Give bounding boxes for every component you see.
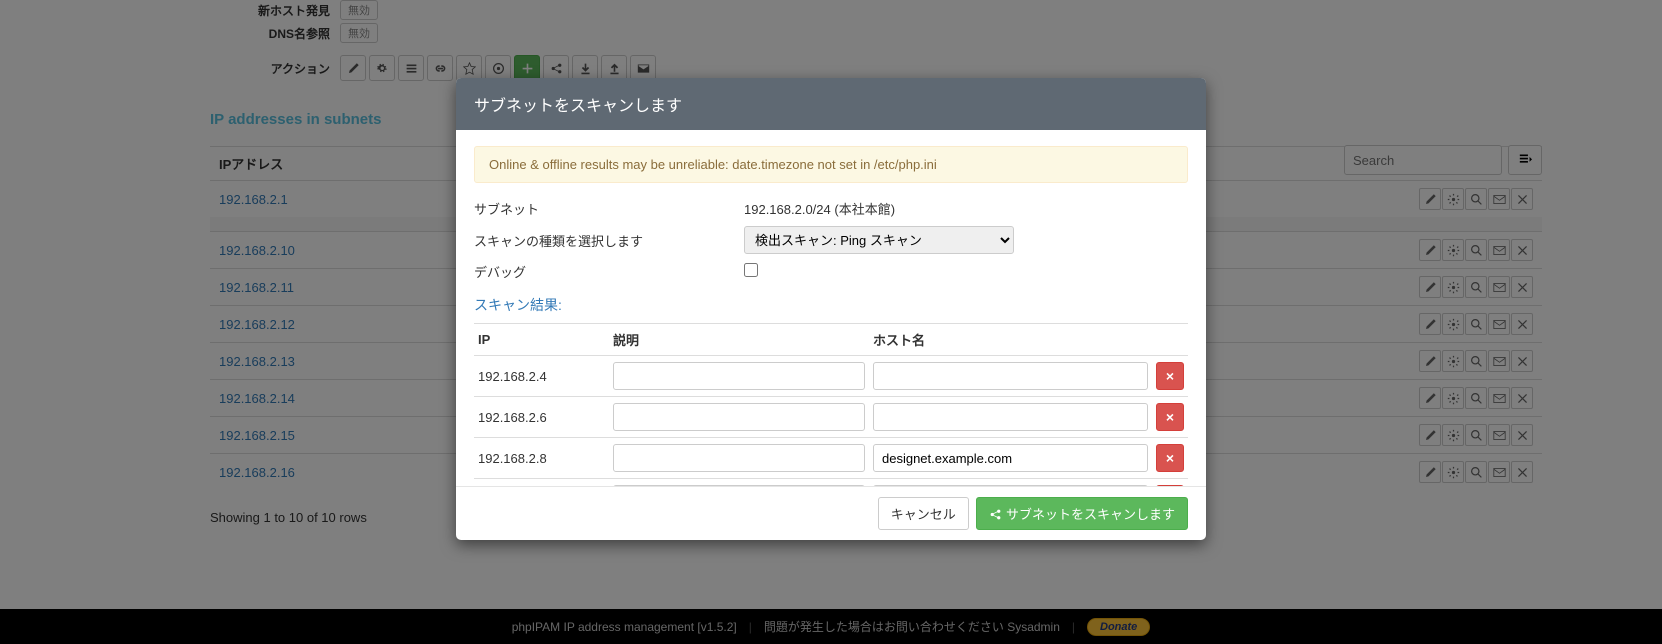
warning-alert: Online & offline results may be unreliab… [474, 146, 1188, 183]
results-label: スキャン結果: [474, 295, 1188, 315]
res-ip: 192.168.2.4 [474, 356, 609, 397]
res-ip: 192.168.2.9 [474, 479, 609, 487]
results-table: IP 説明 ホスト名 192.168.2.4 × 192.168.2.6 × 192.1… [474, 323, 1188, 486]
subnet-label: サブネット [474, 199, 744, 218]
res-ip: 192.168.2.8 [474, 438, 609, 479]
delete-icon[interactable]: × [1156, 444, 1184, 472]
delete-icon[interactable]: × [1156, 362, 1184, 390]
cancel-button[interactable]: キャンセル [878, 497, 969, 530]
res-desc-input[interactable] [613, 403, 865, 431]
modal-title: サブネットをスキャンします [456, 78, 1206, 130]
debug-checkbox[interactable] [744, 263, 758, 277]
res-host-input[interactable] [873, 444, 1148, 472]
col-host: ホスト名 [869, 324, 1152, 356]
col-desc: 説明 [609, 324, 869, 356]
delete-icon[interactable]: × [1156, 403, 1184, 431]
subnet-value: 192.168.2.0/24 (本社本館) [744, 199, 895, 218]
res-desc-input[interactable] [613, 362, 865, 390]
scan-button[interactable]: サブネットをスキャンします [976, 497, 1188, 530]
scan-type-label: スキャンの種類を選択します [474, 231, 744, 250]
res-host-input[interactable] [873, 362, 1148, 390]
scan-modal: サブネットをスキャンします Online & offline results m… [456, 78, 1206, 540]
res-ip: 192.168.2.6 [474, 397, 609, 438]
scan-type-select[interactable]: 検出スキャン: Ping スキャン [744, 226, 1014, 254]
col-ip-res: IP [474, 324, 609, 356]
res-host-input[interactable] [873, 403, 1148, 431]
debug-label: デバッグ [474, 262, 744, 281]
res-desc-input[interactable] [613, 444, 865, 472]
